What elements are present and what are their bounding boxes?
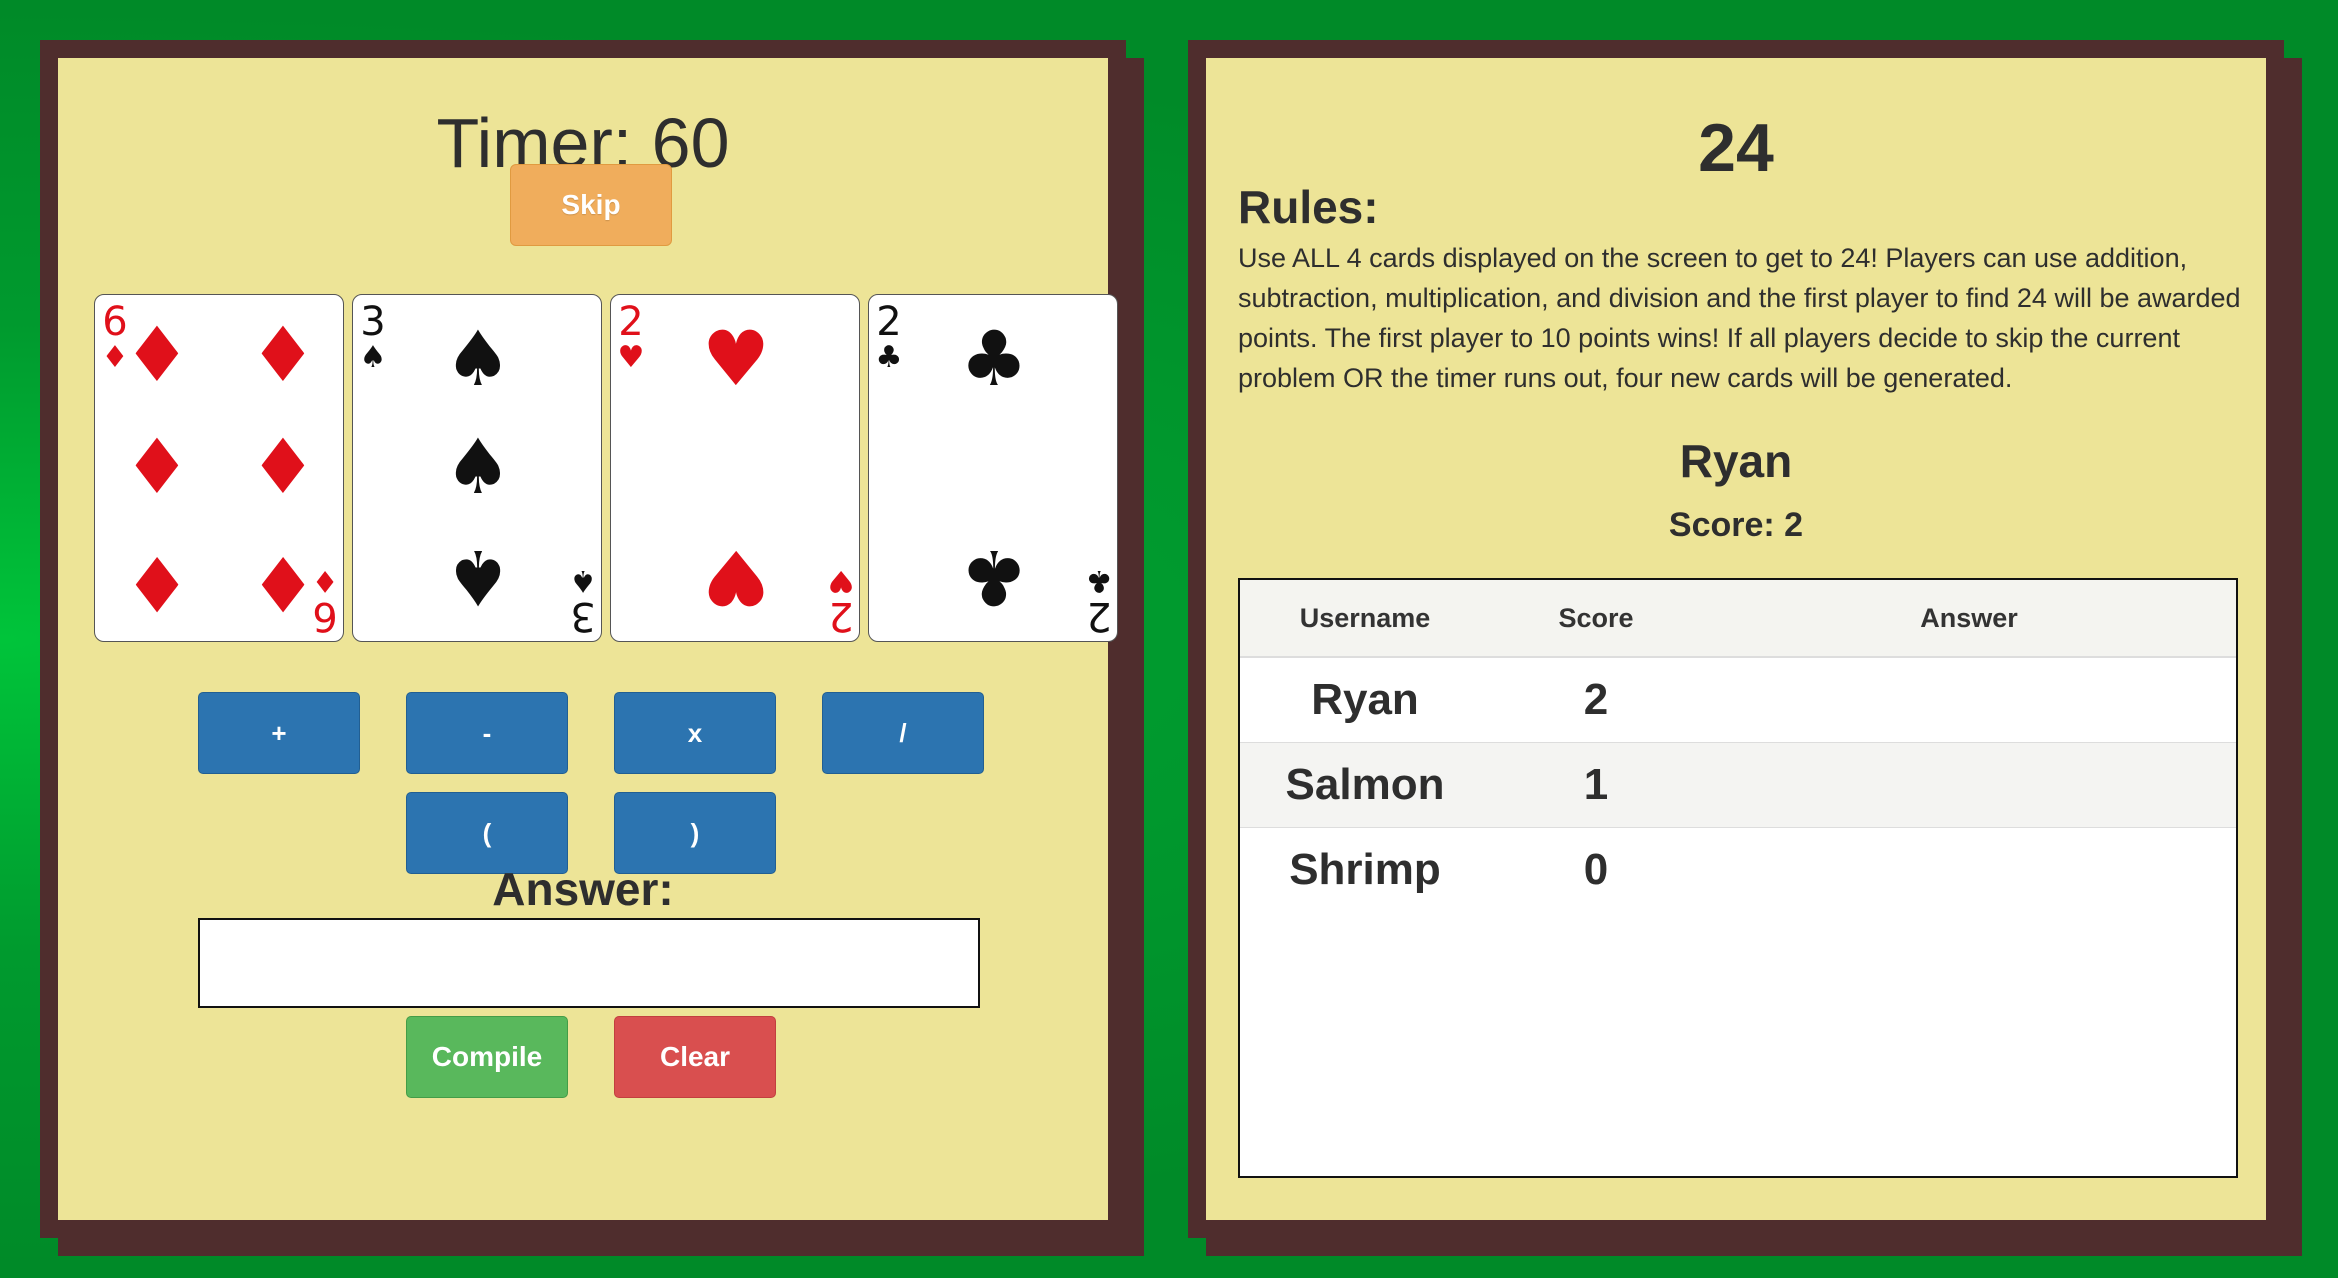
answer-label: Answer: <box>492 863 674 915</box>
spade-pip-icon: ♠ <box>444 422 512 511</box>
card-1: 6 ♦ 6 ♦ ♦ ♦ ♦ ♦ ♦ ♦ <box>94 294 344 642</box>
compile-button[interactable]: Compile <box>406 1016 568 1098</box>
card-corner-bottom: 2♣ <box>1086 563 1113 639</box>
card-rank: 2 <box>876 299 901 345</box>
diamond-pip-icon: ♦ <box>123 422 191 511</box>
diamond-pip-icon: ♦ <box>123 539 191 628</box>
header-score: Score <box>1558 602 1634 633</box>
game-title: 24 <box>1698 110 1774 186</box>
skip-button[interactable]: Skip <box>510 164 672 246</box>
row-answer <box>1702 743 2236 827</box>
minus-button[interactable]: - <box>406 692 568 774</box>
open-paren-button[interactable]: ( <box>406 792 568 874</box>
card-corner-bottom: 3♠ <box>570 563 597 639</box>
card-face: 3♠3♠♠♠♠ <box>360 299 597 639</box>
header-username: Username <box>1299 602 1431 633</box>
club-pip-icon: ♣ <box>960 533 1028 622</box>
card-suit-clubs-icon: ♣ <box>876 340 903 375</box>
diamond-pip-icon: ♦ <box>249 422 317 511</box>
card-rank: 2 <box>828 593 853 639</box>
plus-button[interactable]: + <box>198 692 360 774</box>
current-player-score: Score: 2 <box>1668 506 1804 544</box>
row-answer <box>1702 658 2236 742</box>
diamond-pip-icon: ♦ <box>249 310 317 399</box>
row-username: Salmon <box>1285 760 1445 809</box>
spade-pip-icon: ♠ <box>444 314 512 403</box>
heart-pip-icon: ♥ <box>702 533 770 622</box>
row-username: Ryan <box>1311 675 1419 724</box>
card-rank: 3 <box>360 299 385 345</box>
card-corner-bottom: 2♥ <box>828 563 855 639</box>
card-4: 2 ♣ 2 ♣ ♣ ♣ <box>868 294 1118 642</box>
heart-pip-icon: ♥ <box>702 314 770 403</box>
header-answer: Answer <box>1920 602 2018 633</box>
card-suit-spades-icon: ♠ <box>570 563 597 598</box>
card-suit-spades-icon: ♠ <box>360 340 387 375</box>
divide-button[interactable]: / <box>822 692 984 774</box>
table-row: Salmon 1 <box>1240 743 2236 828</box>
row-username: Shrimp <box>1289 845 1441 894</box>
diamond-pip-icon: ♦ <box>123 310 191 399</box>
table-header: Username Score Answer <box>1240 580 2236 658</box>
answer-input[interactable] <box>198 918 980 1008</box>
card-face: 2♣2♣♣♣ <box>876 299 1113 639</box>
table-row: Ryan 2 <box>1240 658 2236 743</box>
spade-pip-icon: ♠ <box>444 533 512 622</box>
clear-button[interactable]: Clear <box>614 1016 776 1098</box>
current-player-name: Ryan <box>1679 435 1793 487</box>
card-suit-hearts-icon: ♥ <box>828 563 855 598</box>
row-score: 0 <box>1583 845 1609 894</box>
multiply-button[interactable]: x <box>614 692 776 774</box>
diamond-pip-icon: ♦ <box>249 539 317 628</box>
card-face: 2♥2♥♥♥ <box>618 299 855 639</box>
rules-heading: Rules: <box>1238 181 1379 233</box>
scoreboard-table: Username Score Answer Ryan 2 Salmon 1 Sh… <box>1238 578 2238 1178</box>
row-score: 2 <box>1583 675 1609 724</box>
card-suit-hearts-icon: ♥ <box>618 340 645 375</box>
card-rank: 3 <box>570 593 595 639</box>
card-rank: 2 <box>1086 593 1111 639</box>
close-paren-button[interactable]: ) <box>614 792 776 874</box>
card-face: 6♦6♦♦ ♦♦ ♦♦ ♦ <box>102 299 339 639</box>
card-2: 3 ♠ 3 ♠ ♠ ♠ ♠ <box>352 294 602 642</box>
card-3: 2 ♥ 2 ♥ ♥ ♥ <box>610 294 860 642</box>
row-score: 1 <box>1583 760 1609 809</box>
card-suit-clubs-icon: ♣ <box>1086 563 1113 598</box>
info-panel: 24 Rules: Use ALL 4 cards displayed on t… <box>1188 40 2284 1238</box>
card-rank: 2 <box>618 299 643 345</box>
row-answer <box>1702 828 2236 912</box>
rules-text: Use ALL 4 cards displayed on the screen … <box>1238 243 2241 393</box>
game-panel: Timer: 60 Skip 6 ♦ 6 ♦ ♦ ♦ ♦ ♦ ♦ ♦ 3 ♠ 3 ♠ ♠ ♠ ♠ 2 ♥ 2 ♥ ♥ ♥… <box>40 40 1126 1238</box>
club-pip-icon: ♣ <box>960 314 1028 403</box>
table-row: Shrimp 0 <box>1240 828 2236 912</box>
